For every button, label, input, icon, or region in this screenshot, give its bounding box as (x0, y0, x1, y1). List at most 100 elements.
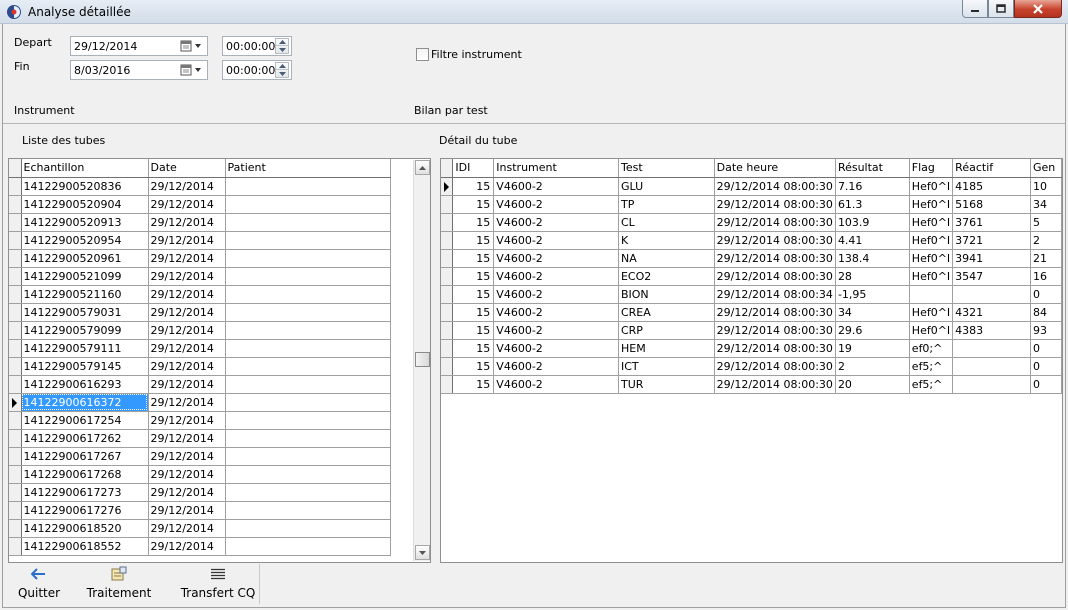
cell-test[interactable]: CREA (618, 303, 715, 322)
cell-date-heure[interactable]: 29/12/2014 08:00:34 (714, 285, 836, 304)
cell-idi[interactable]: 15 (452, 267, 495, 286)
table-row[interactable]: 15 V4600-2 ECO2 29/12/2014 08:00:30 28 Hef0^I… (441, 267, 1062, 286)
spin-up-icon[interactable] (276, 63, 288, 70)
cell-date[interactable]: 29/12/2014 (148, 519, 226, 538)
table-row[interactable]: 14122900520913 29/12/2014 (9, 213, 391, 232)
cell-gen[interactable]: 2 (1030, 231, 1062, 250)
spin-up-icon[interactable] (276, 39, 288, 46)
cell-flag[interactable]: Hef0^I (909, 231, 954, 250)
cell-idi[interactable]: 15 (452, 357, 495, 376)
cell-resultat[interactable]: 138.4 (835, 249, 910, 268)
cell-idi[interactable]: 15 (452, 249, 495, 268)
cell-echantillon[interactable]: 14122900617268 (21, 465, 149, 484)
cell-gen[interactable]: 0 (1030, 339, 1062, 358)
cell-echantillon[interactable]: 14122900616293 (21, 375, 149, 394)
cell-resultat[interactable]: 28 (835, 267, 910, 286)
cell-date[interactable]: 29/12/2014 (148, 303, 226, 322)
row-indicator[interactable] (9, 339, 22, 358)
row-indicator[interactable] (441, 285, 454, 304)
cell-patient[interactable] (225, 447, 391, 466)
cell-echantillon[interactable]: 14122900579111 (21, 339, 149, 358)
cell-flag[interactable]: Hef0^I (909, 267, 954, 286)
row-indicator[interactable] (441, 177, 454, 196)
cell-echantillon[interactable]: 14122900617276 (21, 501, 149, 520)
cell-instrument[interactable]: V4600-2 (493, 249, 619, 268)
cell-reactif[interactable] (952, 375, 1031, 394)
cell-date[interactable]: 29/12/2014 (148, 465, 226, 484)
table-row[interactable]: 14122900617267 29/12/2014 (9, 447, 391, 466)
spin-down-icon[interactable] (276, 46, 288, 53)
fin-time-spinner[interactable] (275, 62, 289, 78)
cell-date[interactable]: 29/12/2014 (148, 177, 226, 196)
table-row[interactable]: 14122900520904 29/12/2014 (9, 195, 391, 214)
cell-flag[interactable]: Hef0^I (909, 195, 954, 214)
cell-patient[interactable] (225, 393, 391, 412)
cell-echantillon[interactable]: 14122900616372 (21, 393, 149, 412)
cell-instrument[interactable]: V4600-2 (493, 195, 619, 214)
cell-instrument[interactable]: V4600-2 (493, 267, 619, 286)
row-indicator[interactable] (9, 249, 22, 268)
row-indicator[interactable] (9, 357, 22, 376)
cell-date[interactable]: 29/12/2014 (148, 483, 226, 502)
column-header-patient[interactable]: Patient (225, 159, 391, 178)
cell-flag[interactable]: Hef0^I (909, 249, 954, 268)
cell-patient[interactable] (225, 537, 391, 556)
row-indicator[interactable] (9, 231, 22, 250)
cell-echantillon[interactable]: 14122900520913 (21, 213, 149, 232)
cell-date[interactable]: 29/12/2014 (148, 429, 226, 448)
cell-test[interactable]: GLU (618, 177, 715, 196)
column-header-flag[interactable]: Flag (909, 159, 954, 178)
cell-echantillon[interactable]: 14122900579099 (21, 321, 149, 340)
detail-grid[interactable]: IDI Instrument Test Date heure Résultat … (440, 158, 1063, 563)
cell-patient[interactable] (225, 411, 391, 430)
cell-idi[interactable]: 15 (452, 231, 495, 250)
cell-patient[interactable] (225, 195, 391, 214)
cell-date[interactable]: 29/12/2014 (148, 195, 226, 214)
row-indicator[interactable] (9, 285, 22, 304)
cell-date-heure[interactable]: 29/12/2014 08:00:30 (714, 303, 836, 322)
cell-patient[interactable] (225, 483, 391, 502)
cell-gen[interactable]: 84 (1030, 303, 1062, 322)
cell-gen[interactable]: 16 (1030, 267, 1062, 286)
row-indicator[interactable] (9, 519, 22, 538)
row-indicator[interactable] (9, 303, 22, 322)
cell-date[interactable]: 29/12/2014 (148, 393, 226, 412)
cell-date[interactable]: 29/12/2014 (148, 375, 226, 394)
table-row[interactable]: 14122900617262 29/12/2014 (9, 429, 391, 448)
cell-echantillon[interactable]: 14122900520954 (21, 231, 149, 250)
table-row[interactable]: 14122900617273 29/12/2014 (9, 483, 391, 502)
cell-flag[interactable]: ef0;^ (909, 339, 954, 358)
cell-idi[interactable]: 15 (452, 303, 495, 322)
row-indicator[interactable] (441, 321, 454, 340)
cell-date[interactable]: 29/12/2014 (148, 357, 226, 376)
cell-date[interactable]: 29/12/2014 (148, 501, 226, 520)
cell-patient[interactable] (225, 465, 391, 484)
cell-echantillon[interactable]: 14122900618520 (21, 519, 149, 538)
cell-resultat[interactable]: 7.16 (835, 177, 910, 196)
cell-echantillon[interactable]: 14122900521099 (21, 267, 149, 286)
cell-gen[interactable]: 34 (1030, 195, 1062, 214)
cell-reactif[interactable]: 4185 (952, 177, 1031, 196)
cell-echantillon[interactable]: 14122900617254 (21, 411, 149, 430)
cell-flag[interactable] (909, 285, 954, 304)
cell-date-heure[interactable]: 29/12/2014 08:00:30 (714, 321, 836, 340)
cell-echantillon[interactable]: 14122900520904 (21, 195, 149, 214)
cell-echantillon[interactable]: 14122900617273 (21, 483, 149, 502)
transfert-cq-button[interactable]: Transfert CQ (180, 564, 256, 604)
table-row[interactable]: 14122900579031 29/12/2014 (9, 303, 391, 322)
filtre-instrument-checkbox[interactable] (416, 48, 429, 61)
cell-date-heure[interactable]: 29/12/2014 08:00:30 (714, 249, 836, 268)
cell-gen[interactable]: 93 (1030, 321, 1062, 340)
cell-instrument[interactable]: V4600-2 (493, 213, 619, 232)
cell-date[interactable]: 29/12/2014 (148, 267, 226, 286)
cell-flag[interactable]: Hef0^I (909, 213, 954, 232)
cell-instrument[interactable]: V4600-2 (493, 339, 619, 358)
cell-gen[interactable]: 0 (1030, 375, 1062, 394)
quitter-button[interactable]: Quitter (16, 564, 62, 604)
cell-reactif[interactable]: 4383 (952, 321, 1031, 340)
scroll-up-button[interactable] (415, 160, 430, 175)
tubes-grid[interactable]: Echantillon Date Patient 14122900520836 2… (8, 158, 431, 563)
cell-test[interactable]: NA (618, 249, 715, 268)
cell-date-heure[interactable]: 29/12/2014 08:00:30 (714, 231, 836, 250)
table-row[interactable]: 15 V4600-2 CL 29/12/2014 08:00:30 103.9 Hef0^… (441, 213, 1062, 232)
